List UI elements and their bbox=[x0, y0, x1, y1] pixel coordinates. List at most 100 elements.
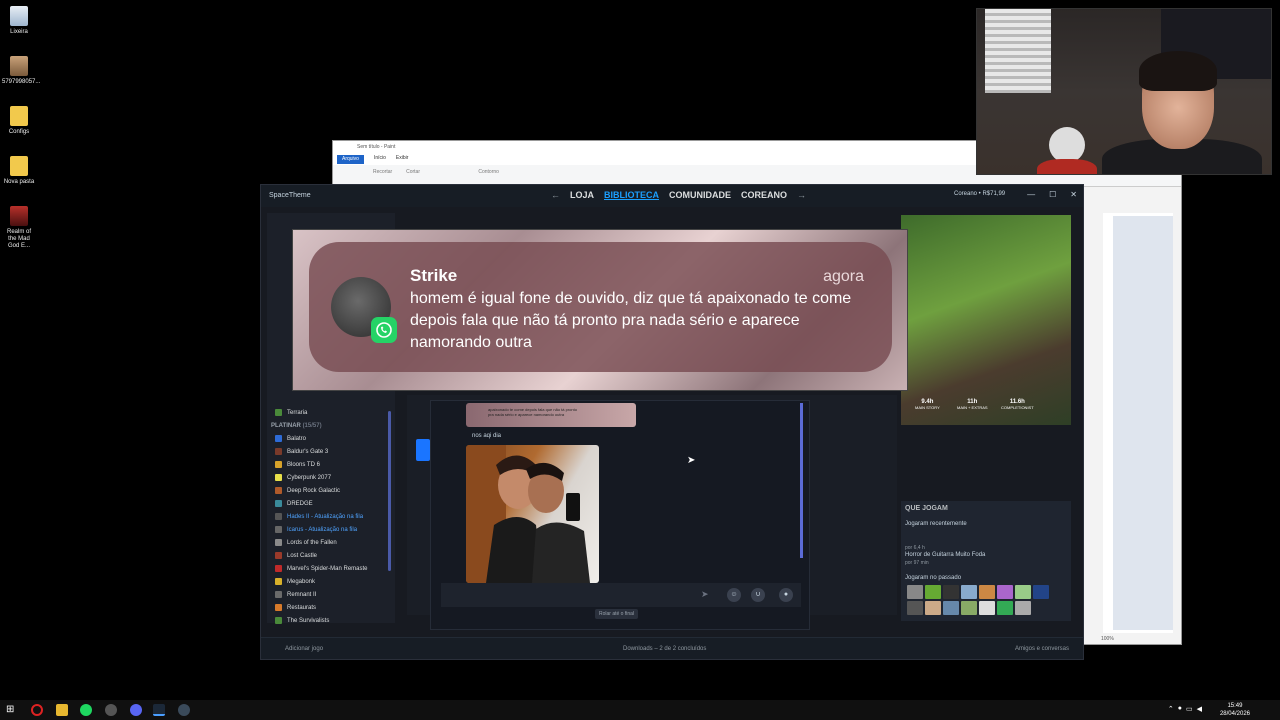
back-arrow-icon[interactable]: ← bbox=[551, 190, 560, 200]
sidebar-item[interactable]: Lords of the Fallen bbox=[275, 539, 337, 546]
sidebar-scrollbar[interactable] bbox=[388, 411, 391, 571]
nav-community[interactable]: COMUNIDADE bbox=[669, 190, 731, 200]
minimize-icon[interactable]: — bbox=[1027, 190, 1035, 199]
emoji-icon[interactable]: ☺ bbox=[727, 588, 741, 602]
sidebar-item[interactable]: Icarus - Atualização na fila bbox=[275, 526, 357, 533]
avatar[interactable] bbox=[907, 601, 923, 615]
image-file-shortcut[interactable]: 5797998057... bbox=[2, 56, 40, 86]
avatar[interactable] bbox=[979, 601, 995, 615]
sidebar-item-label: Hades II - Atualização na fila bbox=[287, 513, 364, 520]
spotify-icon[interactable] bbox=[80, 704, 92, 716]
chat-input[interactable] bbox=[441, 583, 801, 607]
network-icon[interactable]: ▭ bbox=[1186, 705, 1193, 713]
discord-icon[interactable] bbox=[130, 704, 142, 716]
chat-photo[interactable] bbox=[466, 445, 599, 583]
recycle-bin-icon bbox=[10, 6, 28, 26]
avatar[interactable] bbox=[925, 601, 941, 615]
desktop-icon-label: 5797998057... bbox=[2, 79, 41, 85]
friends-chat-button[interactable]: Amigos e conversas bbox=[1015, 646, 1069, 652]
friends-recent-label: Jogaram recentemente bbox=[905, 521, 967, 527]
windows-start-icon[interactable]: ⊞ bbox=[6, 704, 18, 716]
sidebar-item[interactable]: DREDGE bbox=[275, 500, 313, 507]
sidebar-item[interactable]: The Survivalists bbox=[275, 617, 329, 624]
sidebar-item-label: Megabonk bbox=[287, 578, 316, 585]
collection-header[interactable]: PLATINAR (15/57) bbox=[271, 423, 322, 429]
avatar[interactable] bbox=[1033, 585, 1049, 599]
avatar[interactable] bbox=[997, 585, 1013, 599]
recycle-bin-shortcut[interactable]: Lixeira bbox=[2, 6, 36, 36]
play-button[interactable] bbox=[416, 439, 430, 461]
avatar[interactable] bbox=[961, 601, 977, 615]
nav-profile[interactable]: COREANO bbox=[741, 190, 787, 200]
sidebar-item-label: Bloons TD 6 bbox=[287, 461, 320, 468]
avatar[interactable] bbox=[961, 585, 977, 599]
friends-panel: QUE JOGAM Jogaram recentemente por 6,4 h… bbox=[901, 501, 1071, 621]
obs-icon[interactable] bbox=[105, 704, 117, 716]
attach-icon[interactable]: ∪ bbox=[751, 588, 765, 602]
hltb-stat: 9.4h MAIN STORY bbox=[915, 399, 940, 411]
maximize-icon[interactable]: ☐ bbox=[1049, 190, 1056, 199]
steam-icon[interactable] bbox=[153, 704, 165, 716]
scroll-to-end-button[interactable]: Rolar até o final bbox=[595, 609, 639, 619]
nav-library[interactable]: BIBLIOTECA bbox=[604, 190, 659, 200]
game-icon bbox=[275, 539, 282, 546]
sidebar-item-label: The Survivalists bbox=[287, 617, 330, 624]
sidebar-item[interactable]: Lost Castle bbox=[275, 552, 317, 559]
nav-store[interactable]: LOJA bbox=[570, 190, 594, 200]
sidebar-item[interactable]: Baldur's Gate 3 bbox=[275, 448, 328, 455]
opera-icon[interactable] bbox=[31, 704, 43, 716]
app-icon[interactable] bbox=[178, 704, 190, 716]
new-folder-shortcut[interactable]: Nova pasta bbox=[2, 156, 36, 186]
avatar[interactable] bbox=[907, 585, 923, 599]
volume-icon[interactable]: ◀ bbox=[1197, 705, 1202, 713]
voice-icon[interactable]: ● bbox=[779, 588, 793, 602]
sidebar-item[interactable]: Deep Rock Galactic bbox=[275, 487, 340, 494]
hltb-stat: 11.6h COMPLETIONIST bbox=[1001, 399, 1034, 411]
paint-menu-exibir[interactable]: Exibir bbox=[396, 155, 409, 164]
paint-menu-arquivo[interactable]: Arquivo bbox=[337, 155, 364, 164]
downloads-status[interactable]: Downloads – 2 de 2 concluídos bbox=[623, 646, 706, 652]
sidebar-item[interactable]: Megabonk bbox=[275, 578, 315, 585]
chevron-up-icon[interactable]: ⌃ bbox=[1168, 705, 1174, 713]
account-badge[interactable]: Coreano • R$71,99 bbox=[954, 191, 1005, 197]
sidebar-item[interactable]: Cyberpunk 2077 bbox=[275, 474, 331, 481]
avatar[interactable] bbox=[925, 585, 941, 599]
notification-card[interactable]: Strike agora homem é igual fone de ouvid… bbox=[309, 242, 892, 372]
desktop-icon-label: Nova pasta bbox=[3, 179, 35, 185]
avatar[interactable] bbox=[943, 601, 959, 615]
sidebar-item[interactable]: Bloons TD 6 bbox=[275, 461, 320, 468]
sidebar-item[interactable]: Remnant II bbox=[275, 591, 316, 598]
game-icon bbox=[275, 448, 282, 455]
friends-past-label: Jogaram no passado bbox=[905, 575, 962, 581]
avatar[interactable] bbox=[943, 585, 959, 599]
file-explorer-icon[interactable] bbox=[56, 704, 68, 716]
avatar[interactable] bbox=[1015, 601, 1031, 615]
ribbon-contorno[interactable]: Contorno bbox=[478, 169, 499, 175]
quoted-line-2: pra nada sério e aparece namorando outra bbox=[488, 412, 565, 417]
chat-scrollbar[interactable] bbox=[800, 403, 803, 558]
sidebar-item[interactable]: Balatro bbox=[275, 435, 306, 442]
taskbar-clock[interactable]: 15:49 28/04/2026 bbox=[1220, 702, 1250, 718]
rotmg-shortcut[interactable]: Realm of the Mad God E... bbox=[2, 206, 36, 250]
sidebar-item-label: Deep Rock Galactic bbox=[287, 487, 341, 494]
ribbon-recortar[interactable]: Recortar bbox=[373, 169, 392, 175]
sidebar-item[interactable]: Terraria bbox=[275, 409, 307, 416]
avatar[interactable] bbox=[979, 585, 995, 599]
configs-folder-shortcut[interactable]: Configs bbox=[2, 106, 36, 136]
paint-menu-inicio[interactable]: Início bbox=[374, 155, 386, 164]
ribbon-cortar[interactable]: Cortar bbox=[406, 169, 420, 175]
sidebar-item-label: Marvel's Spider-Man Remaste bbox=[287, 565, 368, 572]
close-icon[interactable]: ✕ bbox=[1070, 190, 1077, 199]
forward-arrow-icon[interactable]: → bbox=[797, 190, 806, 200]
folder-icon bbox=[10, 106, 28, 126]
sidebar-item[interactable]: Restaurats bbox=[275, 604, 316, 611]
sidebar-item[interactable]: Hades II - Atualização na fila bbox=[275, 513, 363, 520]
send-icon[interactable]: ➤ bbox=[701, 589, 709, 600]
mic-icon[interactable]: ● bbox=[1178, 705, 1182, 713]
game-icon bbox=[275, 487, 282, 494]
sidebar-item-label: Icarus - Atualização na fila bbox=[287, 526, 358, 533]
avatar[interactable] bbox=[997, 601, 1013, 615]
sidebar-item[interactable]: Marvel's Spider-Man Remaste bbox=[275, 565, 368, 572]
add-game-button[interactable]: Adicionar jogo bbox=[285, 646, 323, 652]
avatar[interactable] bbox=[1015, 585, 1031, 599]
